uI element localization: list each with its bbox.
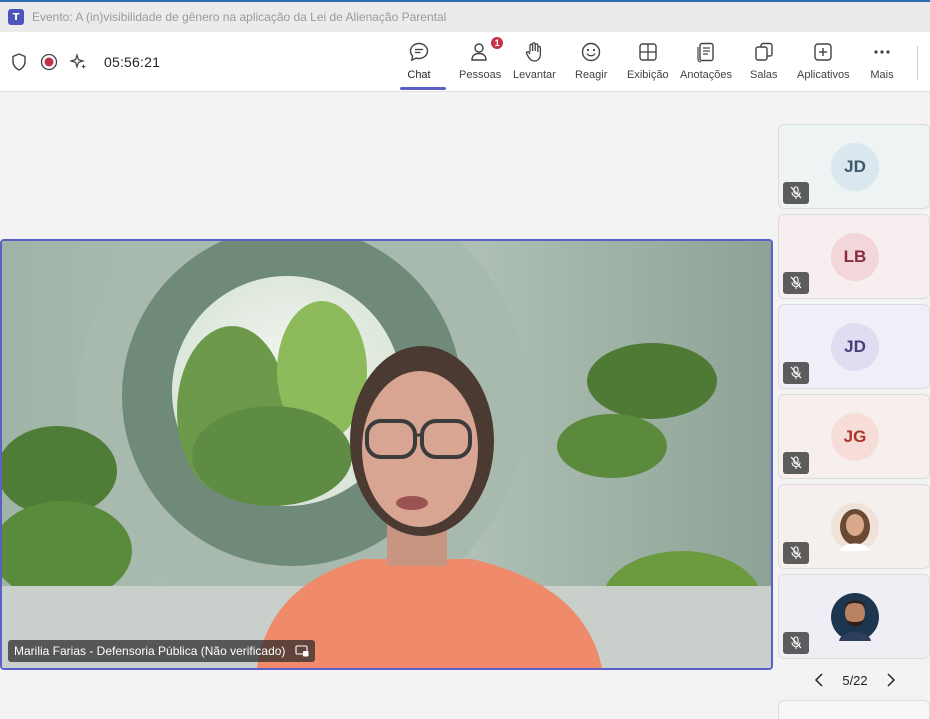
teams-logo-icon: T <box>8 9 24 25</box>
title-bar: T Evento: A (in)visibilidade de gênero n… <box>0 0 930 32</box>
chat-icon <box>407 40 431 64</box>
meeting-timer: 05:56:21 <box>104 54 161 70</box>
mic-off-icon <box>783 632 809 654</box>
participant-avatar: JD <box>831 323 879 371</box>
apps-button[interactable]: Aplicativos <box>797 40 850 88</box>
participant-avatar: LB <box>831 233 879 281</box>
participant-tile[interactable]: JG <box>778 394 930 479</box>
raise-hand-icon <box>522 40 546 64</box>
shield-icon[interactable] <box>8 51 30 73</box>
more-icon <box>870 40 894 64</box>
notes-label: Anotações <box>680 69 732 81</box>
rooms-icon <box>752 40 776 64</box>
participant-tile-partial <box>778 700 930 719</box>
react-label: Reagir <box>575 69 608 81</box>
participant-photo-man <box>831 593 879 641</box>
react-button[interactable]: Reagir <box>575 40 607 88</box>
mic-off-icon <box>783 542 809 564</box>
people-badge: 1 <box>490 36 505 50</box>
speaker-name: Marilia Farias - Defensoria Pública (Não… <box>14 644 286 658</box>
view-icon <box>636 40 660 64</box>
mic-off-icon <box>783 452 809 474</box>
people-icon: 1 <box>468 36 505 64</box>
chat-button[interactable]: Chat <box>407 40 431 88</box>
toolbar-divider <box>917 46 918 80</box>
record-icon[interactable] <box>38 51 60 73</box>
participant-tile[interactable]: JD <box>778 304 930 389</box>
chevron-left-icon[interactable] <box>810 671 828 689</box>
meeting-status-group: 05:56:21 <box>8 32 160 92</box>
more-label: Mais <box>870 69 894 81</box>
mic-off-icon <box>783 182 809 204</box>
view-button[interactable]: Exibição <box>627 40 669 88</box>
more-button[interactable]: Mais <box>870 40 894 88</box>
participant-tile[interactable] <box>778 484 930 569</box>
sparkle-icon[interactable] <box>68 51 90 73</box>
people-button[interactable]: 1 Pessoas <box>459 36 505 88</box>
gallery-pager: 5/22 <box>810 670 900 690</box>
apps-label: Aplicativos <box>797 69 850 81</box>
speaker-video-frame <box>2 241 771 668</box>
participant-photo-woman <box>831 503 879 551</box>
view-label: Exibição <box>627 69 669 81</box>
speaker-name-tag: Marilia Farias - Defensoria Pública (Não… <box>8 640 316 662</box>
apps-icon <box>811 40 835 64</box>
rooms-label: Salas <box>750 69 778 81</box>
mic-off-icon <box>783 272 809 294</box>
speaker-video[interactable]: Marilia Farias - Defensoria Pública (Não… <box>0 239 773 670</box>
participant-avatar: JD <box>831 143 879 191</box>
participant-avatar: JG <box>831 413 879 461</box>
mic-off-icon <box>783 362 809 384</box>
chat-label: Chat <box>407 69 431 81</box>
meeting-toolbar: 05:56:21 Chat 1 Pessoas Levantar Reagir … <box>0 32 930 92</box>
participant-tile[interactable]: JD <box>778 124 930 209</box>
screen-share-icon <box>295 645 309 657</box>
active-tab-indicator <box>400 87 446 90</box>
raise-hand-button[interactable]: Levantar <box>513 40 556 88</box>
participant-tile[interactable] <box>778 574 930 659</box>
participant-tile[interactable]: LB <box>778 214 930 299</box>
react-icon <box>579 40 603 64</box>
rooms-button[interactable]: Salas <box>750 40 778 88</box>
raise-hand-label: Levantar <box>513 69 556 81</box>
people-label: Pessoas <box>459 69 502 81</box>
notes-button[interactable]: Anotações <box>680 40 732 88</box>
chevron-right-icon[interactable] <box>882 671 900 689</box>
page-indicator: 5/22 <box>842 672 868 688</box>
notes-icon <box>694 40 718 64</box>
window-title: Evento: A (in)visibilidade de gênero na … <box>32 10 447 24</box>
